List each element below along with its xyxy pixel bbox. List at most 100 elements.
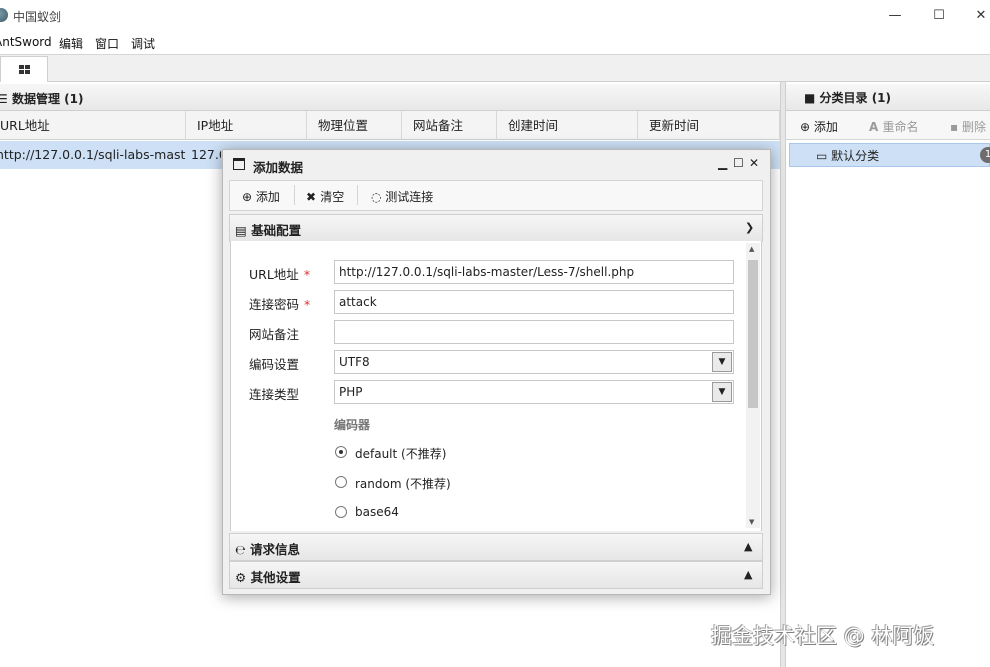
- password-input[interactable]: attack: [334, 290, 734, 314]
- dialog-minimize-button[interactable]: ▁: [718, 156, 727, 170]
- connection-type-value: PHP: [339, 385, 363, 399]
- section-request-text: 请求信息: [250, 542, 301, 557]
- list-icon: ☰: [0, 92, 8, 106]
- section-other-text: 其他设置: [250, 570, 301, 585]
- section-basic-title: ▤ 基础配置: [235, 220, 301, 239]
- watermark-text: 掘金技术社区 @ 林阿饭: [711, 624, 935, 648]
- window-titlebar: [0, 0, 990, 32]
- folder-icon: ■: [804, 91, 820, 105]
- chevron-up-icon: ▲: [744, 540, 753, 553]
- required-mark: *: [304, 297, 311, 312]
- connection-type-select[interactable]: PHP ▼: [334, 380, 734, 404]
- password-label: 连接密码 *: [249, 294, 310, 313]
- category-rename-label: 重命名: [882, 120, 919, 134]
- file-icon: ▤: [235, 223, 252, 238]
- encoder-radio-default[interactable]: [335, 446, 347, 458]
- encoder-radio-random[interactable]: [335, 476, 347, 488]
- tab-home[interactable]: [0, 56, 48, 82]
- password-label-text: 连接密码: [249, 297, 300, 312]
- plus-circle-icon: ⊕: [800, 120, 814, 134]
- menu-antsword[interactable]: AntSword: [0, 35, 52, 49]
- encoder-option-label[interactable]: base64: [355, 505, 399, 519]
- category-count-badge: 1: [980, 147, 990, 163]
- scroll-down-arrow-icon[interactable]: ▼: [749, 518, 754, 526]
- url-input[interactable]: http://127.0.0.1/sqli-labs-master/Less-7…: [334, 260, 734, 284]
- category-rename-button[interactable]: A 重命名: [869, 118, 918, 135]
- category-title-text: 分类目录 (1): [819, 91, 892, 105]
- url-label: URL地址 *: [249, 264, 310, 283]
- data-manager-header: ☰ 数据管理 (1): [0, 84, 780, 111]
- data-manager-title: ☰ 数据管理 (1): [0, 90, 83, 107]
- gears-icon: ⚙: [235, 570, 251, 585]
- note-label: 网站备注: [249, 327, 300, 342]
- section-request-info[interactable]: [229, 533, 763, 561]
- encoder-radio-base64[interactable]: [335, 506, 347, 518]
- connection-type-label: 连接类型: [249, 387, 300, 402]
- chevron-down-icon: ❯: [745, 221, 755, 234]
- column-header-ip[interactable]: IP地址: [186, 111, 307, 140]
- column-header-location[interactable]: 物理位置: [307, 111, 402, 140]
- panel-splitter[interactable]: [780, 82, 786, 667]
- encoder-title: 编码器: [334, 418, 371, 432]
- column-header-updated[interactable]: 更新时间: [638, 111, 780, 140]
- maximize-button[interactable]: ☐: [924, 6, 954, 26]
- cell-ip: 127.0.0.1: [191, 147, 221, 162]
- encoder-option-label[interactable]: default (不推荐): [355, 445, 446, 462]
- minimize-button[interactable]: —: [880, 6, 910, 26]
- chevron-up-icon: ▲: [744, 568, 753, 581]
- encoding-select[interactable]: UTF8 ▼: [334, 350, 734, 374]
- category-add-button[interactable]: ⊕ 添加: [800, 118, 838, 135]
- section-other-title: ⚙ 其他设置: [235, 567, 301, 586]
- category-item-text: 默认分类: [831, 149, 880, 163]
- font-icon: A: [869, 120, 883, 134]
- column-header-created[interactable]: 创建时间: [497, 111, 638, 140]
- category-title: ■ 分类目录 (1): [804, 89, 891, 106]
- chevron-down-icon: ▼: [712, 382, 732, 402]
- folder-open-icon: ▭: [816, 149, 832, 163]
- trash-icon: ▪: [950, 120, 962, 134]
- window-icon: [233, 158, 245, 170]
- section-request-title: ℮ 请求信息: [235, 539, 300, 558]
- scroll-up-arrow-icon[interactable]: ▲: [749, 245, 754, 253]
- tab-bar: [0, 54, 990, 82]
- cell-url: http://127.0.0.1/sqli-labs-master/Less-7…: [0, 147, 186, 162]
- section-basic-text: 基础配置: [251, 223, 302, 238]
- section-basic-config[interactable]: [229, 214, 763, 242]
- menu-edit[interactable]: 编辑: [59, 35, 83, 52]
- data-grid-header: URL地址 IP地址 物理位置 网站备注 创建时间 更新时间: [0, 111, 780, 140]
- section-other-settings[interactable]: [229, 561, 763, 589]
- test-connection-button[interactable]: ◌ 测试连接: [371, 188, 433, 205]
- category-add-label: 添加: [813, 120, 838, 134]
- column-header-url[interactable]: URL地址: [0, 111, 186, 140]
- grid-icon: [19, 65, 30, 74]
- category-item-label: ▭ 默认分类: [816, 147, 879, 164]
- scrollbar-thumb[interactable]: [748, 260, 758, 408]
- dialog-clear-button[interactable]: ✖ 清空: [306, 188, 344, 205]
- x-icon: ✖: [306, 190, 321, 204]
- dialog-clear-label: 清空: [320, 190, 345, 204]
- menu-bar: AntSword 编辑 窗口 调试: [0, 32, 990, 54]
- dialog-add-button[interactable]: ⊕ 添加: [242, 188, 280, 205]
- encoding-label: 编码设置: [249, 357, 300, 372]
- required-mark: *: [303, 267, 311, 282]
- test-connection-label: 测试连接: [385, 190, 434, 204]
- menu-window[interactable]: 窗口: [95, 35, 119, 52]
- menu-debug[interactable]: 调试: [131, 35, 155, 52]
- ie-icon: ℮: [235, 542, 251, 557]
- encoder-option-label[interactable]: random (不推荐): [355, 475, 451, 492]
- dialog-title: 添加数据: [253, 160, 304, 175]
- dialog-close-button[interactable]: ✕: [749, 156, 759, 170]
- plus-circle-icon: ⊕: [242, 190, 256, 204]
- encoding-select-value: UTF8: [339, 355, 370, 369]
- dialog-maximize-button[interactable]: ☐: [733, 156, 744, 170]
- window-title: 中国蚁剑: [13, 10, 62, 24]
- category-delete-label: 删除: [961, 120, 986, 134]
- url-label-text: URL地址: [249, 267, 299, 282]
- close-button[interactable]: ✕: [966, 6, 990, 26]
- dialog-add-label: 添加: [255, 190, 280, 204]
- data-manager-title-text: 数据管理 (1): [11, 92, 84, 106]
- category-delete-button[interactable]: ▪ 删除: [950, 118, 986, 135]
- note-input[interactable]: [334, 320, 734, 344]
- toolbar-separator: [294, 185, 295, 205]
- column-header-note[interactable]: 网站备注: [402, 111, 497, 140]
